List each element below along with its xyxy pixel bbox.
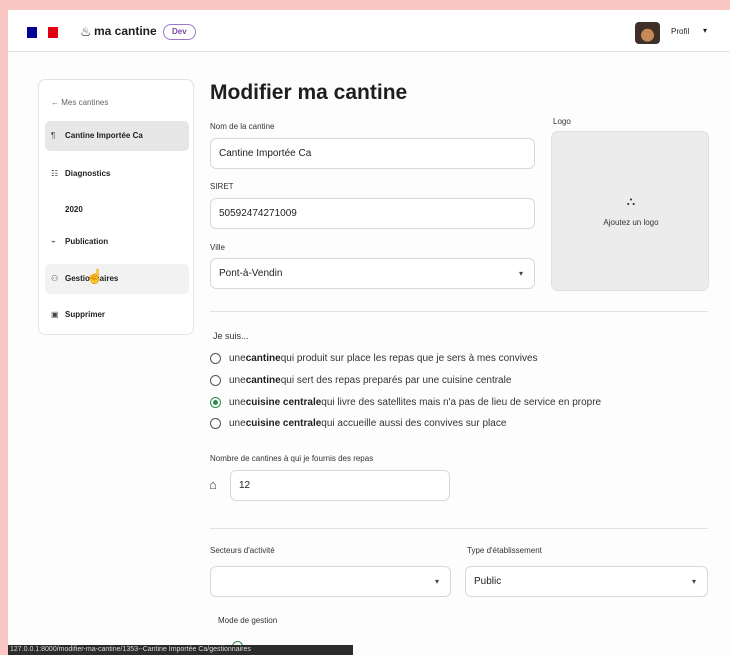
role-option[interactable]: une cantine qui produit sur place les re… (210, 350, 538, 366)
sidebar-item-label: Diagnostics (65, 169, 111, 178)
chevron-down-icon[interactable]: ▾ (703, 26, 707, 35)
sidebar-item-label: Cantine Importée Ca (65, 131, 143, 140)
role-option-text: qui accueille aussi des convives sur pla… (321, 417, 507, 429)
management-label: Mode de gestion (218, 616, 278, 625)
sidebar: ← Mes cantines ¶ Cantine Importée Ca ☷ Dia… (38, 79, 194, 335)
chevron-down-icon: ▾ (518, 269, 523, 278)
name-label: Nom de la cantine (210, 122, 275, 131)
role-option-prefix: une (229, 352, 246, 364)
role-option[interactable]: une cantine qui sert des repas preparés … (210, 372, 511, 388)
role-option[interactable]: une cuisine centrale qui livre des satel… (210, 394, 601, 410)
building-icon: ⌂ (209, 477, 217, 492)
radio-button[interactable] (210, 374, 221, 386)
role-option-prefix: une (229, 417, 246, 429)
city-select[interactable]: Pont-à-Vendin ▾ (210, 258, 535, 289)
status-bar-url: 127.0.0.1:8000/modifier-ma-cantine/1353-… (8, 645, 353, 655)
establishment-type-label: Type d'établissement (467, 546, 542, 555)
satellite-count-input[interactable]: 12 (230, 470, 450, 501)
role-option-keyword: cantine (245, 352, 281, 364)
role-option-keyword: cantine (245, 374, 281, 386)
megaphone-icon: ⌁ (51, 237, 56, 246)
avatar[interactable] (635, 22, 660, 44)
profile-button[interactable]: Profil (671, 27, 689, 36)
shapes-icon: ⛬ (626, 194, 636, 208)
team-icon: ⚇ (51, 274, 59, 283)
sectors-label: Secteurs d'activité (210, 546, 275, 555)
logo-upload-label: Ajoutez un logo (603, 218, 659, 227)
sidebar-item-diagnostics[interactable]: ☷ Diagnostics (45, 159, 189, 189)
role-option-prefix: une (229, 374, 246, 386)
city-label: Ville (210, 243, 225, 252)
list-icon: ☷ (51, 169, 59, 178)
sidebar-item-cantine[interactable]: ¶ Cantine Importée Ca (45, 121, 189, 151)
chevron-down-icon: ▾ (434, 577, 439, 586)
establishment-type-select[interactable]: Public ▾ (465, 566, 708, 597)
radio-button[interactable] (210, 352, 221, 364)
role-option-keyword: cuisine centrale (245, 417, 322, 429)
role-label: Je suis... (213, 331, 249, 341)
siret-label: SIRET (210, 182, 234, 191)
chef-hat-icon: ♨ (80, 24, 92, 39)
page-title: Modifier ma cantine (210, 81, 408, 104)
sidebar-item-supprimer[interactable]: ▣ Supprimer (45, 300, 189, 330)
sidebar-item-label: Publication (65, 237, 109, 246)
divider (210, 528, 708, 529)
env-badge: Dev (163, 24, 196, 40)
role-option-prefix: une (229, 396, 246, 408)
role-option-text: qui sert des repas preparés par une cuis… (280, 374, 512, 386)
radio-button[interactable] (210, 417, 221, 429)
sectors-select[interactable]: ▾ (210, 566, 451, 597)
french-flag-icon (27, 27, 58, 38)
sidebar-item-label: Supprimer (65, 310, 106, 319)
name-input[interactable]: Cantine Importée Ca (210, 138, 535, 169)
logo-upload[interactable]: ⛬ Ajoutez un logo (551, 131, 709, 291)
app-window: ♨ ma cantine Dev Profil ▾ ← Mes cantines… (8, 10, 730, 655)
city-select-value: Pont-à-Vendin (219, 268, 283, 279)
logo-label: Logo (553, 117, 571, 126)
back-link-label: Mes cantines (61, 98, 109, 107)
chevron-down-icon: ▾ (691, 577, 696, 586)
top-bar: ♨ ma cantine Dev Profil ▾ (8, 10, 730, 52)
divider (210, 311, 708, 312)
role-option[interactable]: une cuisine centrale qui accueille aussi… (210, 415, 506, 431)
radio-button-checked[interactable] (210, 396, 221, 408)
sidebar-item-label: 2020 (65, 205, 83, 214)
mouse-cursor-icon: ☝ (86, 268, 104, 284)
sidebar-item-gestionnaires[interactable]: ⚇ Gestionnaires (45, 264, 189, 294)
role-option-text: qui produit sur place les repas que je s… (280, 352, 538, 364)
sidebar-item-publication[interactable]: ⌁ Publication (45, 227, 189, 257)
back-link[interactable]: ← Mes cantines (51, 98, 108, 107)
siret-input[interactable]: 50592474271009 (210, 198, 535, 229)
brand-name[interactable]: ma cantine (94, 24, 157, 38)
role-option-keyword: cuisine centrale (245, 396, 322, 408)
establishment-type-select-value: Public (474, 576, 502, 587)
satellite-count-label: Nombre de cantines à qui je fournis des … (210, 454, 374, 463)
sidebar-item-2020[interactable]: 2020 (45, 195, 189, 225)
trash-icon: ▣ (51, 310, 59, 319)
arrow-left-icon: ← (51, 98, 59, 107)
fork-knife-icon: ¶ (51, 131, 56, 140)
role-option-text: qui livre des satellites mais n'a pas de… (321, 396, 602, 408)
